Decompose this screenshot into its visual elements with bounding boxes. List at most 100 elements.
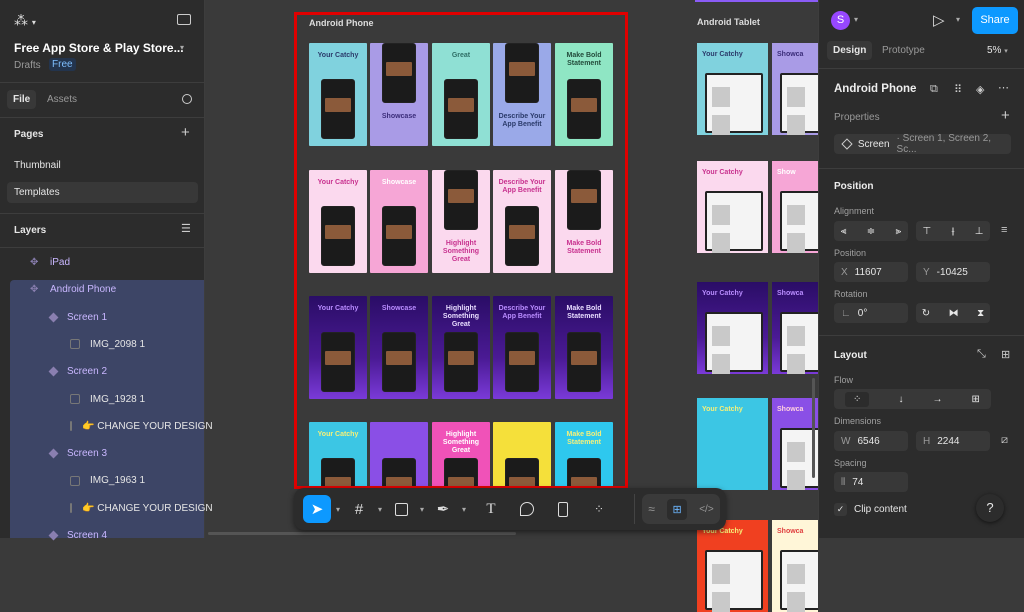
grid-component-icon[interactable]: ⠿ [954, 83, 962, 96]
design-mode-icon[interactable]: ⊞ [667, 498, 687, 520]
add-auto-layout-icon[interactable]: ⊞ [1001, 348, 1010, 361]
screen-card[interactable]: Great [432, 43, 490, 146]
screen-card[interactable]: Make Bold Statement [555, 296, 613, 399]
help-button[interactable]: ? [976, 494, 1004, 522]
dev-mode-icon[interactable]: </> [699, 504, 713, 515]
tablet-screen-card[interactable]: Your Catchy [697, 520, 768, 612]
tab-design[interactable]: Design [827, 41, 873, 60]
tablet-screen-card[interactable]: Showca [772, 43, 818, 135]
screen-card[interactable]: Describe Your App Benefit [493, 43, 551, 146]
tablet-frame-label[interactable]: Android Tablet [697, 17, 760, 27]
android-phone-frame[interactable]: Android Phone Your Catchy Showcase Great De… [294, 12, 628, 489]
rotation-input[interactable]: ∟ 0° [834, 303, 908, 323]
layer-item[interactable]: IMG_2098 1 [10, 331, 204, 358]
tab-assets[interactable]: Assets [47, 94, 77, 105]
collapse-layers-icon[interactable]: ☰ [181, 222, 191, 235]
components-tool-button[interactable]: ⁘ [585, 495, 613, 523]
resize-to-fit-icon[interactable]: ⧄ [1001, 434, 1008, 447]
chevron-down-icon[interactable]: ▾ [373, 505, 387, 514]
screen-card[interactable]: Make Bold Statement [555, 170, 613, 273]
tablet-screen-card[interactable]: Showca [772, 520, 818, 612]
screen-card[interactable]: Describe Your App Benefit [493, 170, 551, 273]
select-matching-icon[interactable]: ⧉ [930, 83, 938, 96]
screen-card[interactable]: Your Catchy [309, 296, 367, 399]
height-input[interactable]: H 2244 [916, 431, 990, 451]
component-diamond-icon[interactable]: ◈ [976, 83, 984, 96]
text-tool-button[interactable]: T [477, 495, 505, 523]
tablet-screen-card[interactable]: Your Catchy [697, 161, 768, 253]
layer-item[interactable]: 👉 CHANGE YOUR DESIGN [10, 413, 213, 440]
screen-card[interactable] [370, 422, 428, 486]
tablet-screen-card[interactable]: Your Catchy [697, 282, 768, 374]
tab-file[interactable]: File [7, 90, 37, 109]
horizontal-scrollbar[interactable] [208, 532, 516, 535]
avatar[interactable]: S [831, 11, 850, 30]
flow-vertical-icon[interactable]: ↓ [898, 394, 903, 405]
layer-item[interactable]: IMG_1928 1 [10, 386, 204, 413]
screen-card[interactable]: Your Catchy [309, 422, 367, 486]
align-middle-icon[interactable]: ⫲ [951, 226, 954, 237]
tablet-screen-card[interactable]: Your Catchy [697, 43, 768, 135]
chevron-down-icon[interactable]: ▾ [415, 505, 429, 514]
align-right-icon[interactable]: ⫸ [896, 226, 902, 237]
move-tool-button[interactable]: ➤ [303, 495, 331, 523]
clip-content-checkbox[interactable]: ✓ [834, 503, 847, 516]
pen-tool-button[interactable]: ✒ [429, 495, 457, 523]
tablet-screen-card[interactable]: Your Catchy [697, 398, 768, 490]
collapse-layout-icon[interactable]: ⤡ [977, 348, 986, 361]
rotate-icon[interactable]: ↻ [922, 308, 930, 319]
flow-grid-icon[interactable]: ⊞ [972, 394, 980, 405]
file-title[interactable]: Free App Store & Play Store... [14, 41, 184, 55]
align-top-icon[interactable]: ⊤ [923, 226, 932, 237]
search-icon[interactable] [182, 94, 192, 104]
layer-item[interactable]: Screen 4 [10, 522, 204, 549]
add-page-button[interactable]: + [181, 124, 190, 141]
x-position-input[interactable]: X 11607 [834, 262, 908, 282]
screen-card[interactable]: Showcase [370, 296, 428, 399]
screen-card[interactable]: Showcase [370, 43, 428, 146]
screen-card[interactable]: Make Bold Statement [555, 43, 613, 146]
screen-card[interactable]: Your Catchy [309, 43, 367, 146]
vertical-scrollbar[interactable] [812, 378, 815, 478]
distribute-icon[interactable]: ≡ [1001, 224, 1007, 236]
screen-card[interactable]: Your Catchy [309, 170, 367, 273]
chevron-down-icon[interactable]: ▾ [457, 505, 471, 514]
add-property-button[interactable]: + [1001, 107, 1010, 124]
screen-card[interactable]: Highlight Something Great [432, 170, 490, 273]
actions-tool-button[interactable] [549, 495, 577, 523]
shape-tool-button[interactable] [387, 495, 415, 523]
figma-menu-button[interactable]: ⁂ ▾ [14, 12, 36, 29]
spacing-input[interactable]: ⫴ 74 [834, 472, 908, 492]
sidebar-toggle-icon[interactable] [177, 14, 191, 25]
page-item-thumbnail[interactable]: Thumbnail [14, 160, 61, 171]
share-button[interactable]: Share [972, 7, 1018, 34]
layer-item[interactable]: ✥ Android Phone [10, 276, 204, 303]
flow-horizontal-icon[interactable]: → [933, 394, 943, 405]
chevron-down-icon[interactable]: ▾ [854, 15, 858, 24]
layer-item[interactable]: IMG_1963 1 [10, 467, 204, 494]
layer-item[interactable]: Screen 3 [10, 440, 204, 467]
screen-card[interactable]: Describe Your App Benefit [493, 296, 551, 399]
align-left-icon[interactable]: ⫷ [841, 226, 847, 237]
more-options-icon[interactable]: ⋯ [998, 81, 1009, 94]
tablet-screen-card[interactable]: Show [772, 161, 818, 253]
screen-card[interactable]: Highlight Something Great [432, 422, 490, 486]
screen-card[interactable]: Showcase [370, 170, 428, 273]
tab-prototype[interactable]: Prototype [882, 45, 925, 56]
width-input[interactable]: W 6546 [834, 431, 908, 451]
variant-property-field[interactable]: Screen · Screen 1, Screen 2, Sc... [834, 133, 1011, 155]
flip-vertical-icon[interactable]: ⧗ [977, 308, 984, 319]
present-play-icon[interactable]: ▷ [933, 11, 945, 29]
flip-horizontal-icon[interactable]: ⧓ [949, 308, 959, 319]
file-location[interactable]: Drafts [14, 60, 41, 71]
screen-card[interactable]: Make Bold Statement [555, 422, 613, 486]
y-position-input[interactable]: Y -10425 [916, 262, 990, 282]
flow-freeform-icon[interactable]: ⁘ [845, 391, 870, 407]
screen-card[interactable] [493, 422, 551, 486]
frame-tool-button[interactable]: # [345, 495, 373, 523]
chevron-down-icon[interactable]: ▾ [956, 15, 960, 24]
screen-card[interactable]: Highlight Something Great [432, 296, 490, 399]
layer-item[interactable]: Screen 1 [10, 304, 204, 331]
tablet-screen-card[interactable]: Showca [772, 282, 818, 374]
draw-mode-icon[interactable]: ≈ [648, 502, 655, 516]
